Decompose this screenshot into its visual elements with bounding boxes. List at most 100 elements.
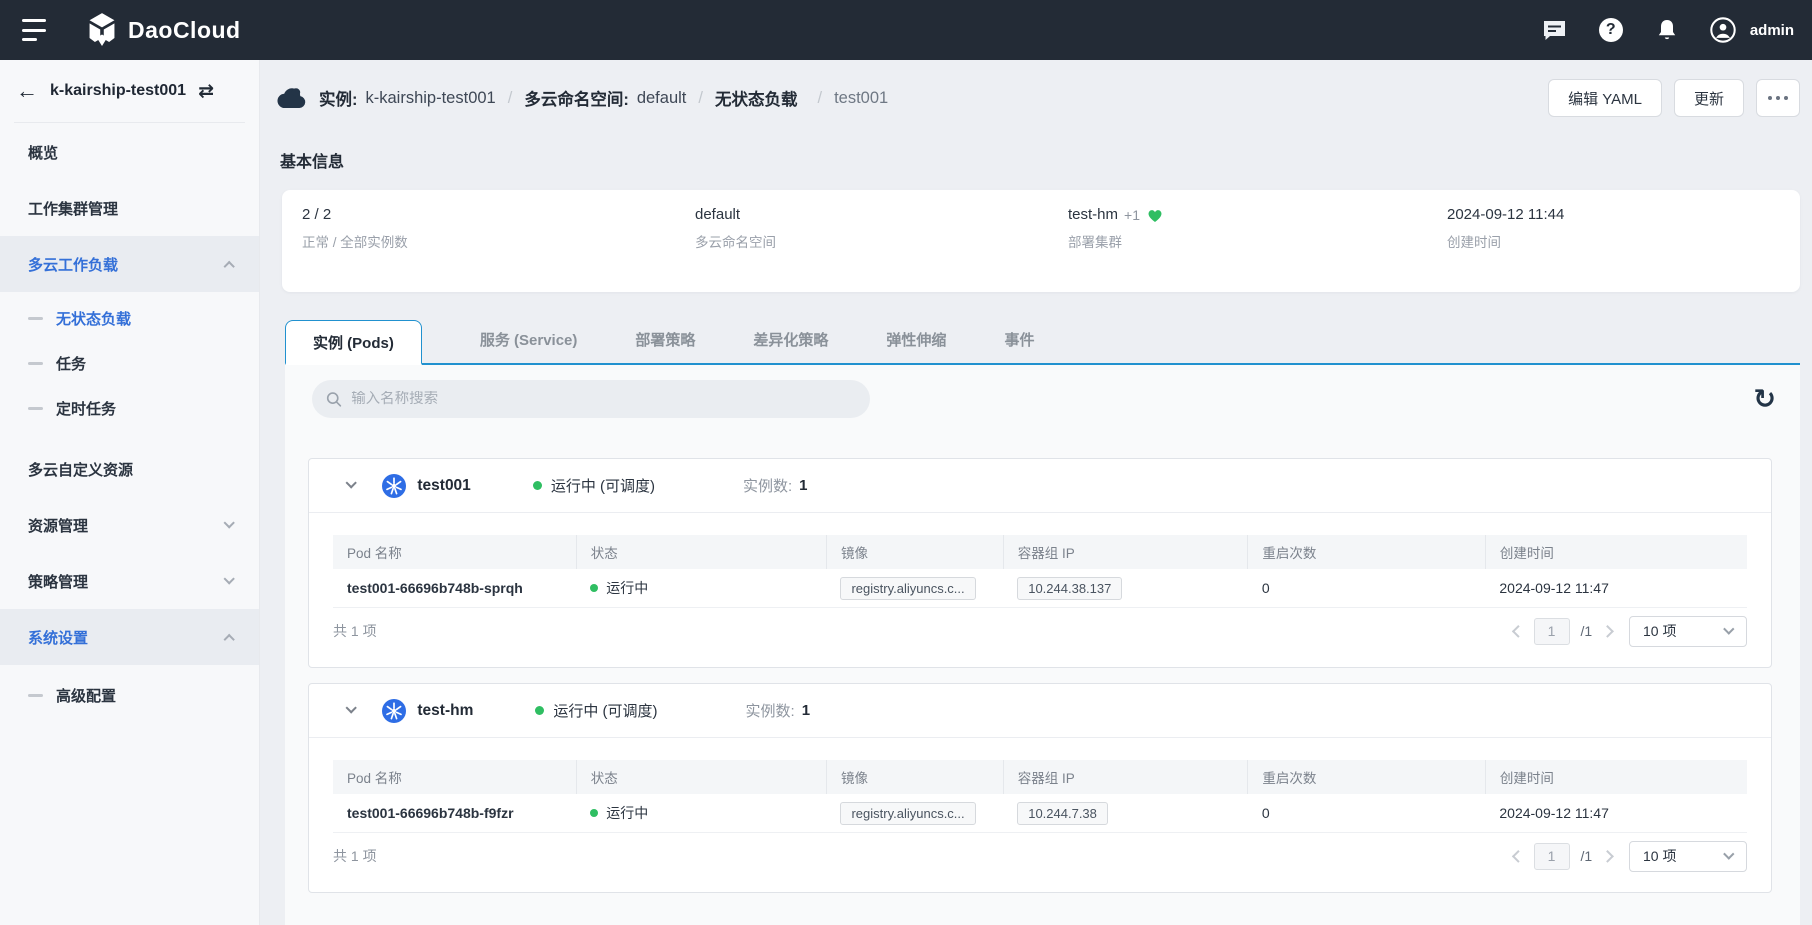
basic-info-title: 基本信息: [280, 148, 344, 172]
ip-chip[interactable]: 10.244.7.38: [1017, 802, 1108, 825]
tab-pods[interactable]: 实例 (Pods): [285, 320, 422, 365]
hamburger-menu-icon[interactable]: [22, 19, 50, 41]
brand-name: DaoCloud: [128, 17, 241, 44]
breadcrumb-workload-name: test001: [834, 89, 888, 108]
sidebar-item-advanced-config[interactable]: 高级配置: [0, 673, 259, 718]
stat-clusters: test-hm +1 部署集群: [1068, 206, 1164, 251]
page-input[interactable]: [1534, 618, 1570, 645]
table-row: test001-66696b748b-sprqh 运行中 registry.al…: [333, 569, 1747, 608]
workload-name: test001: [417, 477, 470, 495]
more-actions-button[interactable]: [1756, 79, 1800, 117]
workload-status: 运行中 (可调度): [533, 475, 655, 496]
page-total: /1: [1581, 848, 1593, 864]
stat-extra-count[interactable]: +1: [1124, 207, 1140, 223]
tab-events[interactable]: 事件: [1004, 329, 1034, 363]
total-count: 共 1 项: [333, 621, 377, 641]
col-pod-ip: 容器组 IP: [1003, 760, 1248, 794]
pod-image: registry.aliyuncs.c...: [826, 794, 1003, 833]
sidebar-sublist: 无状态负载 任务 定时任务: [0, 292, 259, 441]
sidebar-item-cronjobs[interactable]: 定时任务: [0, 386, 259, 431]
tabbar: 实例 (Pods) 服务 (Service) 部署策略 差异化策略 弹性伸缩 事…: [285, 320, 1800, 365]
sidebar: ← k-kairship-test001 ⇄ 概览 工作集群管理 多云工作负载 …: [0, 60, 260, 925]
col-image: 镜像: [826, 760, 1003, 794]
search-input[interactable]: [351, 391, 856, 407]
breadcrumb-separator: /: [817, 89, 822, 108]
pod-ip: 10.244.7.38: [1003, 794, 1248, 833]
sidebar-group-policy-management[interactable]: 策略管理: [0, 553, 259, 609]
chevron-down-icon: [1724, 849, 1735, 860]
page-total: /1: [1581, 623, 1593, 639]
sidebar-sublist: 高级配置: [0, 669, 259, 728]
daocloud-logo-icon: [86, 12, 118, 48]
search-box[interactable]: [312, 380, 870, 418]
sidebar-item-deployments[interactable]: 无状态负载: [0, 296, 259, 341]
stat-label: 正常 / 全部实例数: [302, 231, 408, 251]
pod-name[interactable]: test001-66696b748b-f9fzr: [333, 794, 576, 833]
sidebar-item-overview[interactable]: 概览: [0, 124, 259, 180]
sidebar-group-multicloud-workloads[interactable]: 多云工作负载: [0, 236, 259, 292]
page-size-select[interactable]: 10 项: [1629, 616, 1747, 647]
refresh-icon[interactable]: ↻: [1753, 386, 1776, 413]
breadcrumb-workload-type[interactable]: 无状态负载: [715, 86, 798, 110]
sidebar-item-jobs[interactable]: 任务: [0, 341, 259, 386]
prev-page-icon[interactable]: [1512, 625, 1524, 637]
kubernetes-icon: [382, 474, 406, 498]
pagination: /1 10 项: [1514, 616, 1747, 647]
update-button[interactable]: 更新: [1674, 79, 1744, 117]
brand[interactable]: DaoCloud: [86, 12, 241, 48]
stat-value: default: [695, 206, 740, 223]
tab-service[interactable]: 服务 (Service): [480, 329, 578, 363]
sidebar-item-label: 定时任务: [56, 398, 116, 419]
pods-table: Pod 名称 状态 镜像 容器组 IP 重启次数 创建时间 test001-66…: [333, 760, 1747, 833]
col-pod-name: Pod 名称: [333, 760, 576, 794]
stat-label: 创建时间: [1447, 231, 1564, 251]
instances-value: 1: [802, 702, 810, 719]
breadcrumb: 实例: k-kairship-test001 / 多云命名空间: default…: [319, 86, 888, 110]
workload-header[interactable]: test001 运行中 (可调度) 实例数: 1: [309, 459, 1771, 513]
image-chip[interactable]: registry.aliyuncs.c...: [840, 802, 975, 825]
prev-page-icon[interactable]: [1512, 850, 1524, 862]
sidebar-nav: 概览 工作集群管理 多云工作负载 无状态负载 任务 定时任务 多云自定义资源 资…: [0, 123, 259, 728]
tab-deploy-policy[interactable]: 部署策略: [635, 329, 695, 363]
col-restarts: 重启次数: [1248, 535, 1486, 569]
collapse-chevron-icon[interactable]: [345, 478, 357, 490]
page-size-select[interactable]: 10 项: [1629, 841, 1747, 872]
tab-autoscaling[interactable]: 弹性伸缩: [886, 329, 946, 363]
sidebar-group-resource-management[interactable]: 资源管理: [0, 497, 259, 553]
breadcrumb-namespace-value[interactable]: default: [637, 89, 687, 108]
back-icon[interactable]: ←: [16, 80, 38, 102]
edit-yaml-button[interactable]: 编辑 YAML: [1548, 79, 1662, 117]
workload-header[interactable]: test-hm 运行中 (可调度) 实例数: 1: [309, 684, 1771, 738]
switch-instance-icon[interactable]: ⇄: [198, 82, 214, 101]
breadcrumb-instance-value[interactable]: k-kairship-test001: [366, 89, 496, 108]
next-page-icon[interactable]: [1601, 850, 1613, 862]
pod-name[interactable]: test001-66696b748b-sprqh: [333, 569, 576, 608]
sidebar-item-custom-resources[interactable]: 多云自定义资源: [0, 441, 259, 497]
status-dot: [590, 809, 598, 817]
workload-card-test001: test001 运行中 (可调度) 实例数: 1 Pod 名称 状态 镜像 容器…: [308, 458, 1772, 668]
status-text: 运行中 (可调度): [551, 475, 655, 496]
pod-status: 运行中: [576, 794, 826, 833]
total-count: 共 1 项: [333, 846, 377, 866]
tab-differentiation-policy[interactable]: 差异化策略: [753, 329, 828, 363]
collapse-chevron-icon[interactable]: [345, 703, 357, 715]
pod-restarts: 0: [1248, 569, 1486, 608]
stat-created: 2024-09-12 11:44 创建时间: [1447, 206, 1564, 251]
ip-chip[interactable]: 10.244.38.137: [1017, 577, 1122, 600]
col-pod-name: Pod 名称: [333, 535, 576, 569]
stat-instances: 2 / 2 正常 / 全部实例数: [302, 206, 408, 251]
sidebar-item-label: 概览: [28, 142, 58, 163]
user-avatar-icon[interactable]: [1710, 17, 1736, 43]
page-header: 实例: k-kairship-test001 / 多云命名空间: default…: [277, 78, 1800, 118]
sidebar-item-worker-clusters[interactable]: 工作集群管理: [0, 180, 259, 236]
col-pod-ip: 容器组 IP: [1003, 535, 1248, 569]
page-input[interactable]: [1534, 843, 1570, 870]
notifications-icon[interactable]: [1654, 17, 1680, 43]
sidebar-group-system-settings[interactable]: 系统设置: [0, 609, 259, 665]
help-icon[interactable]: ?: [1598, 17, 1624, 43]
messages-icon[interactable]: [1542, 17, 1568, 43]
page-size-value: 10 项: [1643, 846, 1676, 866]
next-page-icon[interactable]: [1601, 625, 1613, 637]
status-dot: [535, 706, 544, 715]
image-chip[interactable]: registry.aliyuncs.c...: [840, 577, 975, 600]
